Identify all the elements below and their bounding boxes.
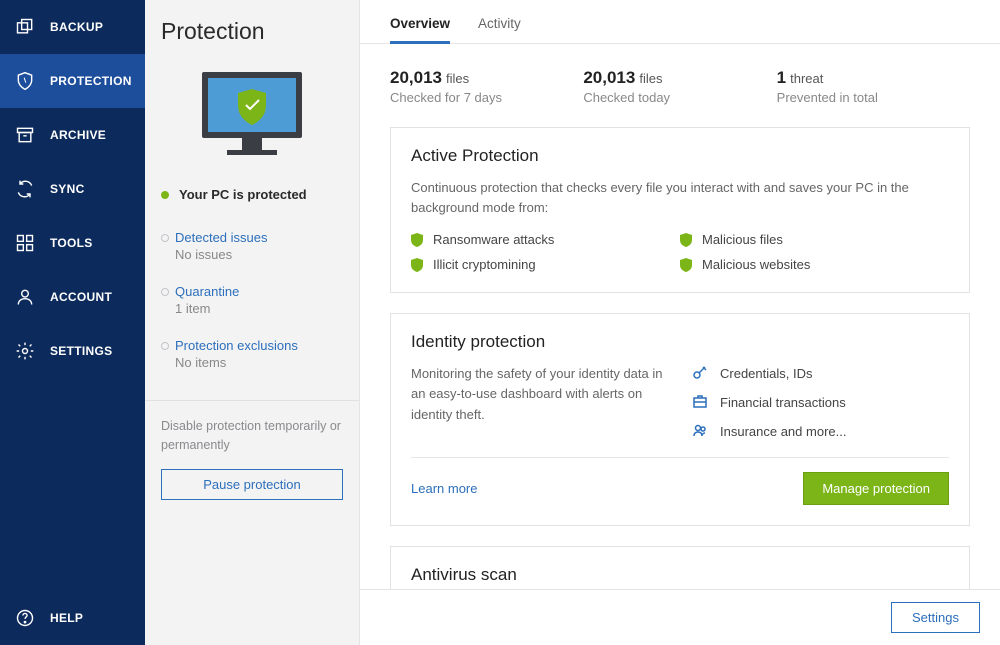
quarantine-sub: 1 item (175, 301, 343, 316)
antivirus-scan-card: Antivirus scan On-demand protection that… (390, 546, 970, 589)
identity-item: Credentials, IDs (692, 364, 949, 383)
sidebar-item-label: ACCOUNT (50, 290, 112, 304)
stats-row: 20,013 files Checked for 7 days 20,013 fil… (390, 68, 970, 105)
detected-issues-block[interactable]: Detected issues No issues (161, 230, 343, 262)
disable-text: Disable protection temporarily or perman… (161, 417, 343, 455)
sidebar-nav: BACKUP PROTECTION ARCHIVE SYNC TOOLS ACC… (0, 0, 145, 645)
detected-issues-sub: No issues (175, 247, 343, 262)
sidebar-item-backup[interactable]: BACKUP (0, 0, 145, 54)
threat-label: Malicious websites (702, 257, 810, 272)
monitor-illustration (161, 67, 343, 167)
sidebar-item-account[interactable]: ACCOUNT (0, 270, 145, 324)
stat-number: 20,013 (583, 68, 635, 87)
backup-icon (14, 16, 36, 38)
sidebar-item-label: HELP (50, 611, 83, 625)
stat-sub: Checked for 7 days (390, 90, 583, 105)
key-icon (692, 364, 708, 383)
mini-shield-icon (411, 258, 423, 272)
threat-item: Malicious files (680, 232, 949, 247)
sidebar-item-protection[interactable]: PROTECTION (0, 54, 145, 108)
identity-protection-card: Identity protection Monitoring the safet… (390, 313, 970, 526)
card-divider (411, 457, 949, 458)
identity-item: Financial transactions (692, 393, 949, 412)
mini-shield-icon (680, 258, 692, 272)
identity-label: Insurance and more... (720, 424, 846, 439)
shield-icon (14, 70, 36, 92)
pause-protection-button[interactable]: Pause protection (161, 469, 343, 500)
card-title: Active Protection (411, 146, 949, 166)
detected-issues-title: Detected issues (175, 230, 343, 245)
card-desc: Continuous protection that checks every … (411, 178, 949, 218)
learn-more-link[interactable]: Learn more (411, 481, 477, 496)
sidebar-item-label: SYNC (50, 182, 85, 196)
stat-threats-prevented: 1 threat Prevented in total (777, 68, 970, 105)
archive-icon (14, 124, 36, 146)
card-title: Antivirus scan (411, 565, 949, 585)
protection-panel: Protection Your PC is protected Detected… (145, 0, 360, 645)
threat-label: Malicious files (702, 232, 783, 247)
sidebar-item-label: ARCHIVE (50, 128, 106, 142)
sidebar-item-label: TOOLS (50, 236, 93, 250)
stat-checked-7days: 20,013 files Checked for 7 days (390, 68, 583, 105)
sidebar-item-help[interactable]: HELP (0, 591, 145, 645)
card-title: Identity protection (411, 332, 949, 352)
stat-unit: files (639, 71, 662, 86)
card-desc: Monitoring the safety of your identity d… (411, 364, 668, 424)
sidebar-item-label: BACKUP (50, 20, 103, 34)
status-dot-icon (161, 191, 169, 199)
tab-activity[interactable]: Activity (478, 8, 521, 44)
mini-shield-icon (411, 233, 423, 247)
threat-item: Ransomware attacks (411, 232, 680, 247)
panel-divider (145, 400, 359, 401)
stat-sub: Checked today (583, 90, 776, 105)
footer-bar: Settings (360, 589, 1000, 645)
quarantine-block[interactable]: Quarantine 1 item (161, 284, 343, 316)
active-protection-card: Active Protection Continuous protection … (390, 127, 970, 293)
manage-protection-button[interactable]: Manage protection (803, 472, 949, 505)
threat-item: Malicious websites (680, 257, 949, 272)
threat-label: Ransomware attacks (433, 232, 554, 247)
status-text: Your PC is protected (179, 187, 307, 202)
stat-unit: threat (790, 71, 823, 86)
stat-number: 1 (777, 68, 786, 87)
people-icon (692, 422, 708, 441)
sidebar-item-tools[interactable]: TOOLS (0, 216, 145, 270)
exclusions-sub: No items (175, 355, 343, 370)
scroll-area[interactable]: 20,013 files Checked for 7 days 20,013 fil… (360, 44, 1000, 589)
sidebar-item-archive[interactable]: ARCHIVE (0, 108, 145, 162)
help-icon (14, 607, 36, 629)
sidebar-item-settings[interactable]: SETTINGS (0, 324, 145, 378)
quarantine-title: Quarantine (175, 284, 343, 299)
sidebar-item-sync[interactable]: SYNC (0, 162, 145, 216)
sidebar-item-label: SETTINGS (50, 344, 112, 358)
tab-bar: Overview Activity (360, 0, 1000, 44)
protection-status: Your PC is protected (161, 187, 343, 202)
exclusions-title: Protection exclusions (175, 338, 343, 353)
exclusions-block[interactable]: Protection exclusions No items (161, 338, 343, 370)
briefcase-icon (692, 393, 708, 412)
threat-item: Illicit cryptomining (411, 257, 680, 272)
account-icon (14, 286, 36, 308)
stat-unit: files (446, 71, 469, 86)
tab-overview[interactable]: Overview (390, 8, 450, 44)
threat-label: Illicit cryptomining (433, 257, 536, 272)
stat-checked-today: 20,013 files Checked today (583, 68, 776, 105)
gear-icon (14, 340, 36, 362)
stat-sub: Prevented in total (777, 90, 970, 105)
tools-icon (14, 232, 36, 254)
identity-label: Credentials, IDs (720, 366, 812, 381)
sidebar-item-label: PROTECTION (50, 74, 132, 88)
settings-button[interactable]: Settings (891, 602, 980, 633)
main-content: Overview Activity 20,013 files Checked fo… (360, 0, 1000, 645)
page-title: Protection (161, 18, 343, 45)
stat-number: 20,013 (390, 68, 442, 87)
threat-list: Ransomware attacks Malicious files Illic… (411, 232, 949, 272)
identity-label: Financial transactions (720, 395, 846, 410)
identity-item: Insurance and more... (692, 422, 949, 441)
sync-icon (14, 178, 36, 200)
mini-shield-icon (680, 233, 692, 247)
